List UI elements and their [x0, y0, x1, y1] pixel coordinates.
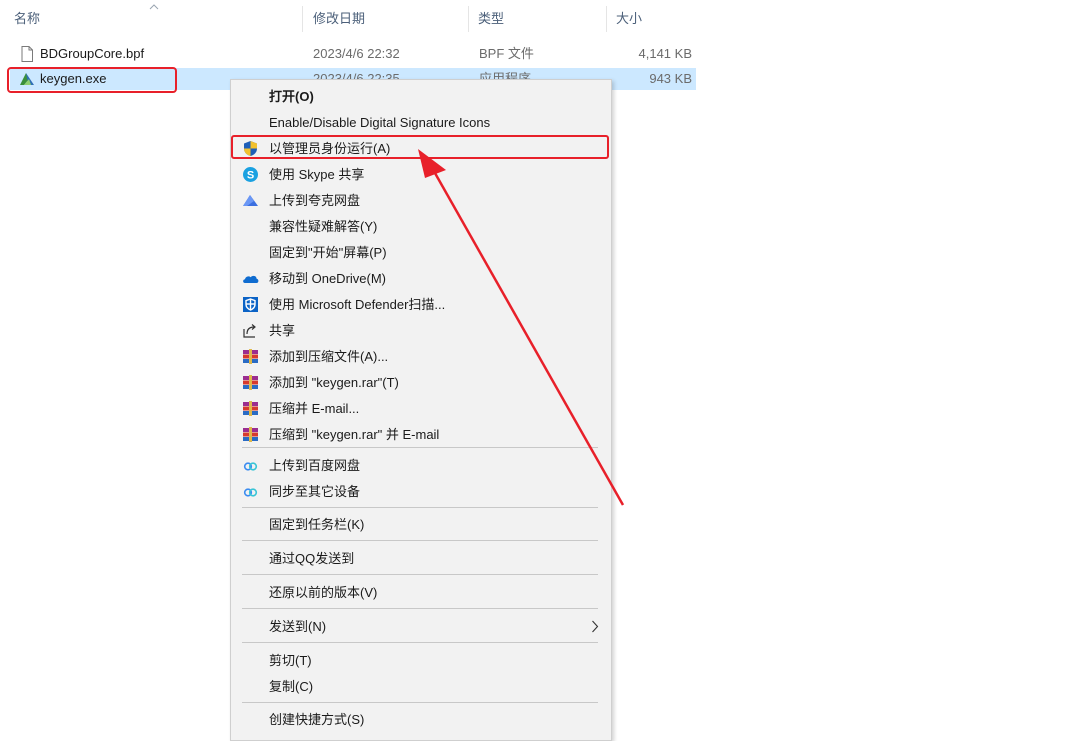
annotation-arrow-head: [418, 149, 446, 178]
annotation-arrow-shaft: [429, 165, 625, 506]
annotation-arrow: [418, 149, 625, 506]
